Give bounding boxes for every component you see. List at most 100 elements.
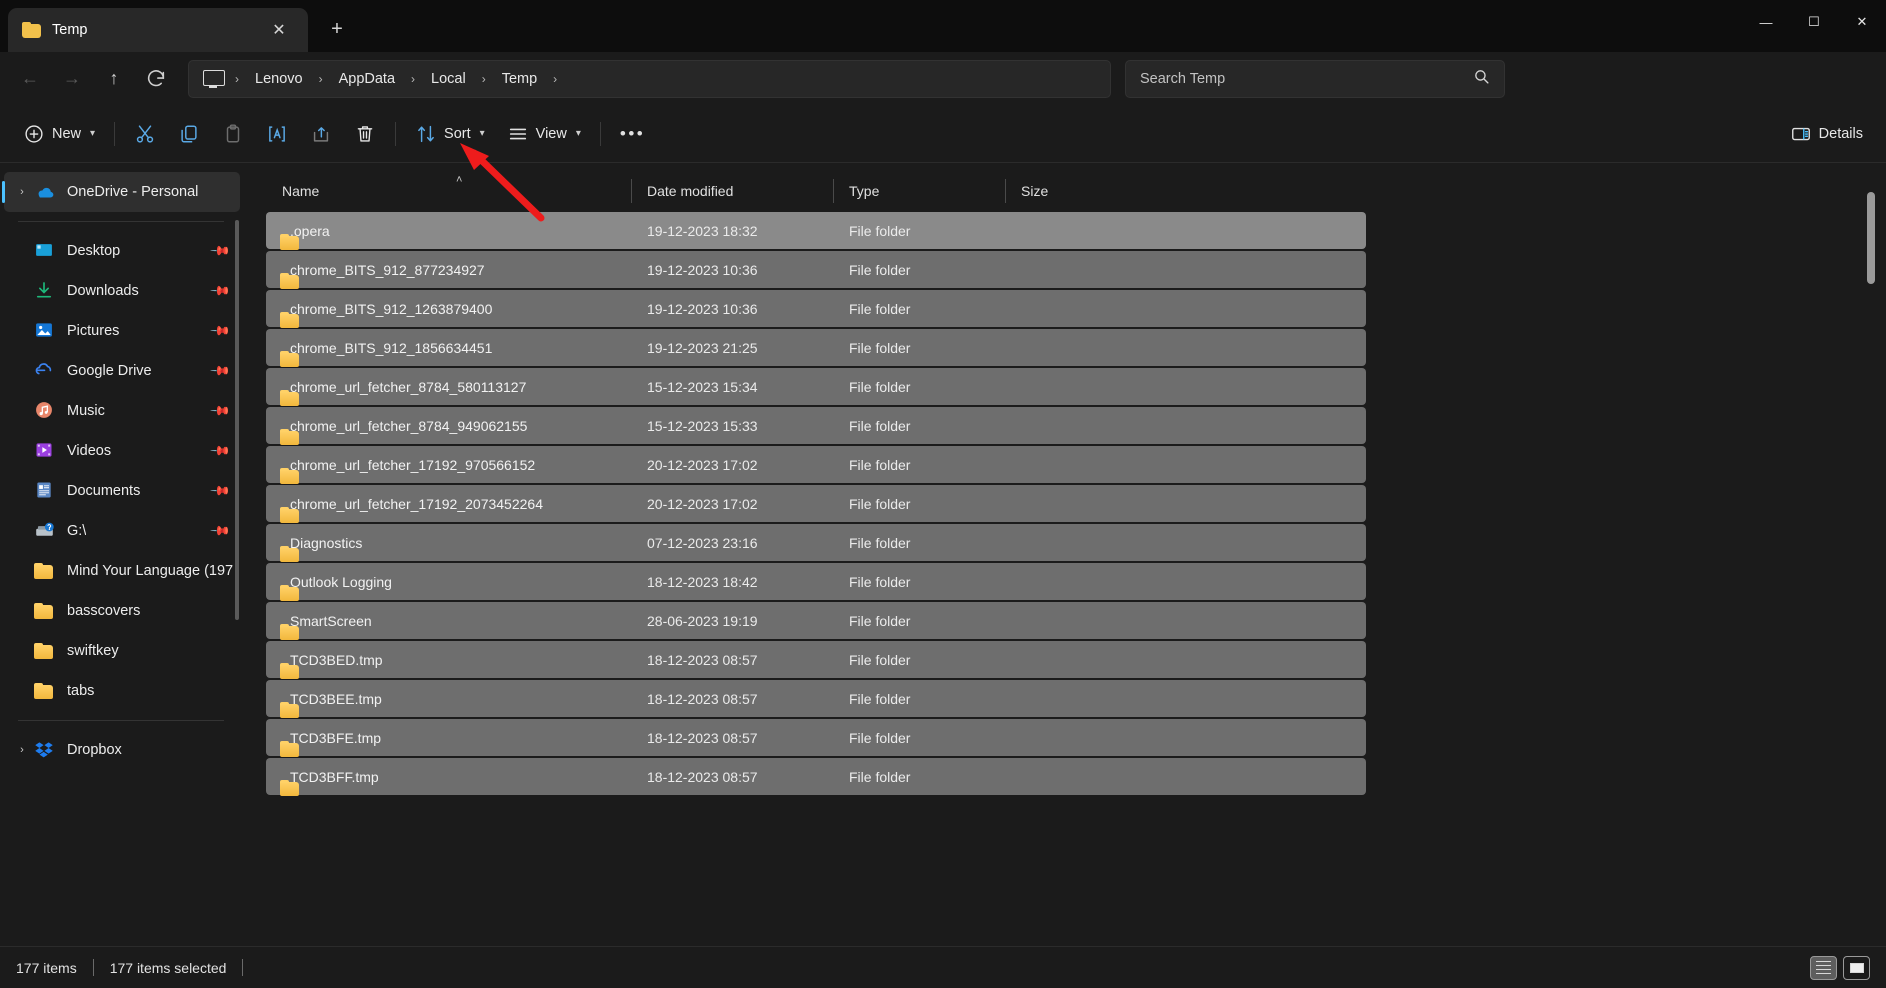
- table-row[interactable]: chrome_url_fetcher_8784_580113127 15-12-2…: [266, 368, 1366, 405]
- breadcrumb-item-lenovo[interactable]: Lenovo: [246, 67, 312, 91]
- sidebar-item-onedrive[interactable]: › OneDrive - Personal: [2, 172, 240, 212]
- sidebar-item-basscovers[interactable]: basscovers: [4, 591, 240, 631]
- sidebar-scrollbar[interactable]: [235, 220, 239, 620]
- sidebar-item-desktop[interactable]: Desktop 📌: [4, 231, 240, 271]
- sidebar-item-downloads[interactable]: Downloads 📌: [4, 271, 240, 311]
- cell-name: TCD3BED.tmp: [266, 652, 631, 668]
- cell-name: chrome_BITS_912_1856634451: [266, 340, 631, 356]
- cell-name: chrome_url_fetcher_8784_949062155: [266, 418, 631, 434]
- column-header-date-modified[interactable]: Date modified: [631, 172, 833, 210]
- pin-icon[interactable]: 📌: [209, 400, 231, 423]
- table-row[interactable]: chrome_BITS_912_1856634451 19-12-2023 21:…: [266, 329, 1366, 366]
- pin-icon[interactable]: 📌: [209, 320, 231, 343]
- plus-icon[interactable]: +: [320, 12, 354, 46]
- rename-button[interactable]: [255, 114, 299, 154]
- pin-icon[interactable]: 📌: [209, 480, 231, 503]
- copy-button[interactable]: [167, 114, 211, 154]
- sidebar-item-label: Desktop: [67, 243, 121, 259]
- delete-button[interactable]: [343, 114, 387, 154]
- divider: [114, 121, 116, 146]
- table-row[interactable]: chrome_url_fetcher_8784_949062155 15-12-2…: [266, 407, 1366, 444]
- new-button[interactable]: New ▾: [12, 114, 106, 154]
- chevron-down-icon: ▾: [90, 128, 96, 139]
- file-name: TCD3BEE.tmp: [290, 690, 382, 707]
- pin-icon[interactable]: 📌: [209, 280, 231, 303]
- sidebar-item-videos[interactable]: Videos 📌: [4, 431, 240, 471]
- search-icon[interactable]: [1473, 68, 1490, 90]
- share-button[interactable]: [299, 114, 343, 154]
- sidebar-item-swiftkey[interactable]: swiftkey: [4, 631, 240, 671]
- sidebar-item-drive-g[interactable]: G:\ 📌: [4, 511, 240, 551]
- sidebar-item-tabs[interactable]: tabs: [4, 671, 240, 711]
- arrow-left-icon[interactable]: ←: [10, 61, 50, 97]
- search-box[interactable]: [1125, 59, 1505, 98]
- folder-icon: [22, 22, 41, 38]
- pin-icon[interactable]: 📌: [209, 360, 231, 383]
- sidebar-item-dropbox[interactable]: › Dropbox: [4, 730, 240, 770]
- details-pane-button[interactable]: Details: [1779, 114, 1874, 154]
- arrow-right-icon[interactable]: →: [52, 61, 92, 97]
- column-header-type[interactable]: Type: [833, 172, 1005, 210]
- dropbox-icon: [34, 739, 56, 761]
- table-row[interactable]: TCD3BFF.tmp 18-12-2023 08:57 File folder: [266, 758, 1366, 795]
- paste-button[interactable]: [211, 114, 255, 154]
- table-row[interactable]: chrome_url_fetcher_17192_2073452264 20-12…: [266, 485, 1366, 522]
- cell-type: File folder: [849, 495, 911, 512]
- cut-button[interactable]: [123, 114, 167, 154]
- minimize-icon[interactable]: —: [1742, 0, 1790, 44]
- close-icon[interactable]: ✕: [264, 15, 294, 45]
- table-row[interactable]: Diagnostics 07-12-2023 23:16 File folder: [266, 524, 1366, 561]
- column-header-name[interactable]: Name ˄: [266, 172, 631, 210]
- sidebar-item-documents[interactable]: Documents 📌: [4, 471, 240, 511]
- table-row[interactable]: chrome_BITS_912_877234927 19-12-2023 10:3…: [266, 251, 1366, 288]
- details-view-icon[interactable]: [1810, 955, 1837, 980]
- table-row[interactable]: SmartScreen 28-06-2023 19:19 File folder: [266, 602, 1366, 639]
- column-label: Type: [849, 183, 880, 199]
- table-row[interactable]: chrome_url_fetcher_17192_970566152 20-12-…: [266, 446, 1366, 483]
- file-list-scrollbar[interactable]: [1865, 192, 1876, 927]
- scrollbar-thumb[interactable]: [1867, 192, 1875, 284]
- cell-type: File folder: [849, 417, 911, 434]
- sidebar-item-pictures[interactable]: Pictures 📌: [4, 311, 240, 351]
- cell-type: File folder: [849, 456, 911, 473]
- sidebar-item-label: tabs: [67, 683, 95, 699]
- pin-icon[interactable]: 📌: [209, 520, 231, 543]
- address-bar[interactable]: › Lenovo › AppData › Local › Temp ›: [188, 59, 1111, 98]
- sidebar-item-label: G:\: [67, 523, 87, 539]
- sidebar-item-label: basscovers: [67, 603, 141, 619]
- view-button[interactable]: View ▾: [496, 114, 592, 154]
- chevron-right-icon[interactable]: ›: [10, 744, 34, 756]
- pin-icon[interactable]: 📌: [209, 240, 231, 263]
- this-pc-icon[interactable]: [203, 69, 225, 88]
- search-input[interactable]: [1140, 70, 1473, 87]
- sort-button[interactable]: Sort ▾: [404, 114, 496, 154]
- file-name: chrome_BITS_912_1263879400: [290, 300, 493, 317]
- tab-temp[interactable]: Temp ✕: [8, 8, 308, 52]
- table-row[interactable]: chrome_BITS_912_1263879400 19-12-2023 10:…: [266, 290, 1366, 327]
- maximize-icon[interactable]: ☐: [1790, 0, 1838, 44]
- pin-icon[interactable]: 📌: [209, 440, 231, 463]
- table-row[interactable]: TCD3BED.tmp 18-12-2023 08:57 File folder: [266, 641, 1366, 678]
- table-row[interactable]: .opera 19-12-2023 18:32 File folder: [266, 212, 1366, 249]
- breadcrumb-item-appdata[interactable]: AppData: [330, 67, 404, 91]
- cell-date-modified: 28-06-2023 19:19: [647, 612, 758, 629]
- chevron-right-icon[interactable]: ›: [10, 186, 34, 198]
- cell-type: File folder: [849, 612, 911, 629]
- table-row[interactable]: TCD3BFE.tmp 18-12-2023 08:57 File folder: [266, 719, 1366, 756]
- refresh-icon[interactable]: [136, 61, 176, 97]
- divider: [599, 121, 601, 146]
- arrow-up-icon[interactable]: ↑: [94, 61, 134, 97]
- breadcrumb-item-temp[interactable]: Temp: [493, 67, 546, 91]
- table-row[interactable]: TCD3BEE.tmp 18-12-2023 08:57 File folder: [266, 680, 1366, 717]
- breadcrumb-item-local[interactable]: Local: [422, 67, 475, 91]
- column-header-size[interactable]: Size: [1005, 172, 1113, 210]
- large-icons-view-icon[interactable]: [1843, 955, 1870, 980]
- sidebar-item-google-drive[interactable]: Google Drive 📌: [4, 351, 240, 391]
- table-row[interactable]: Outlook Logging 18-12-2023 18:42 File fold…: [266, 563, 1366, 600]
- column-label: Date modified: [647, 183, 734, 199]
- close-icon[interactable]: ✕: [1838, 0, 1886, 44]
- sidebar-item-music[interactable]: Music 📌: [4, 391, 240, 431]
- cell-type: File folder: [849, 729, 911, 746]
- sidebar-item-mind-your-language[interactable]: Mind Your Language (197: [4, 551, 240, 591]
- more-options-button[interactable]: •••: [609, 114, 656, 154]
